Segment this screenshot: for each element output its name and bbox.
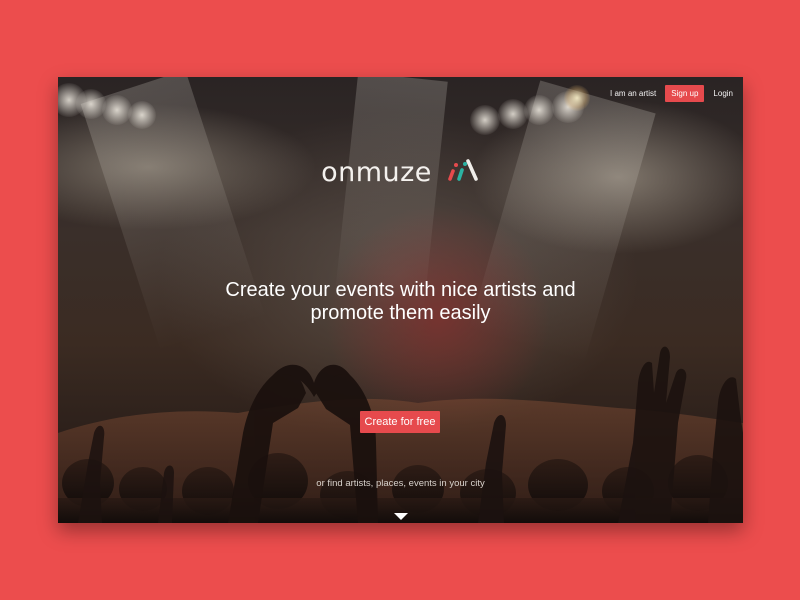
chevron-down-icon[interactable] [394,513,408,520]
stage-light [524,95,554,125]
top-nav: I am an artist Sign up Login [610,85,733,102]
headline-line-2: promote them easily [310,302,491,324]
stage-light [552,91,584,123]
hero-section: I am an artist Sign up Login onmuze Crea… [58,77,743,523]
stage-light [498,99,528,129]
logo-mark-icon [446,157,480,188]
create-for-free-button[interactable]: Create for free [360,411,440,433]
artist-link[interactable]: I am an artist [610,89,656,98]
find-artists-link[interactable]: or find artists, places, events in your … [58,478,743,489]
stage-light [128,101,156,129]
stage-light [58,83,86,117]
stage-light [470,105,500,135]
stage-light [564,85,590,111]
stage-light [102,95,132,125]
headline-line-1: Create your events with nice artists and [225,279,576,301]
brand-logo[interactable]: onmuze [58,157,743,188]
signup-button[interactable]: Sign up [665,85,705,102]
brand-name: onmuze [321,157,432,188]
stage-light-beam [334,77,448,311]
hero-headline: Create your events with nice artists and… [58,279,743,325]
stage-light [76,89,106,119]
login-link[interactable]: Login [713,89,733,98]
